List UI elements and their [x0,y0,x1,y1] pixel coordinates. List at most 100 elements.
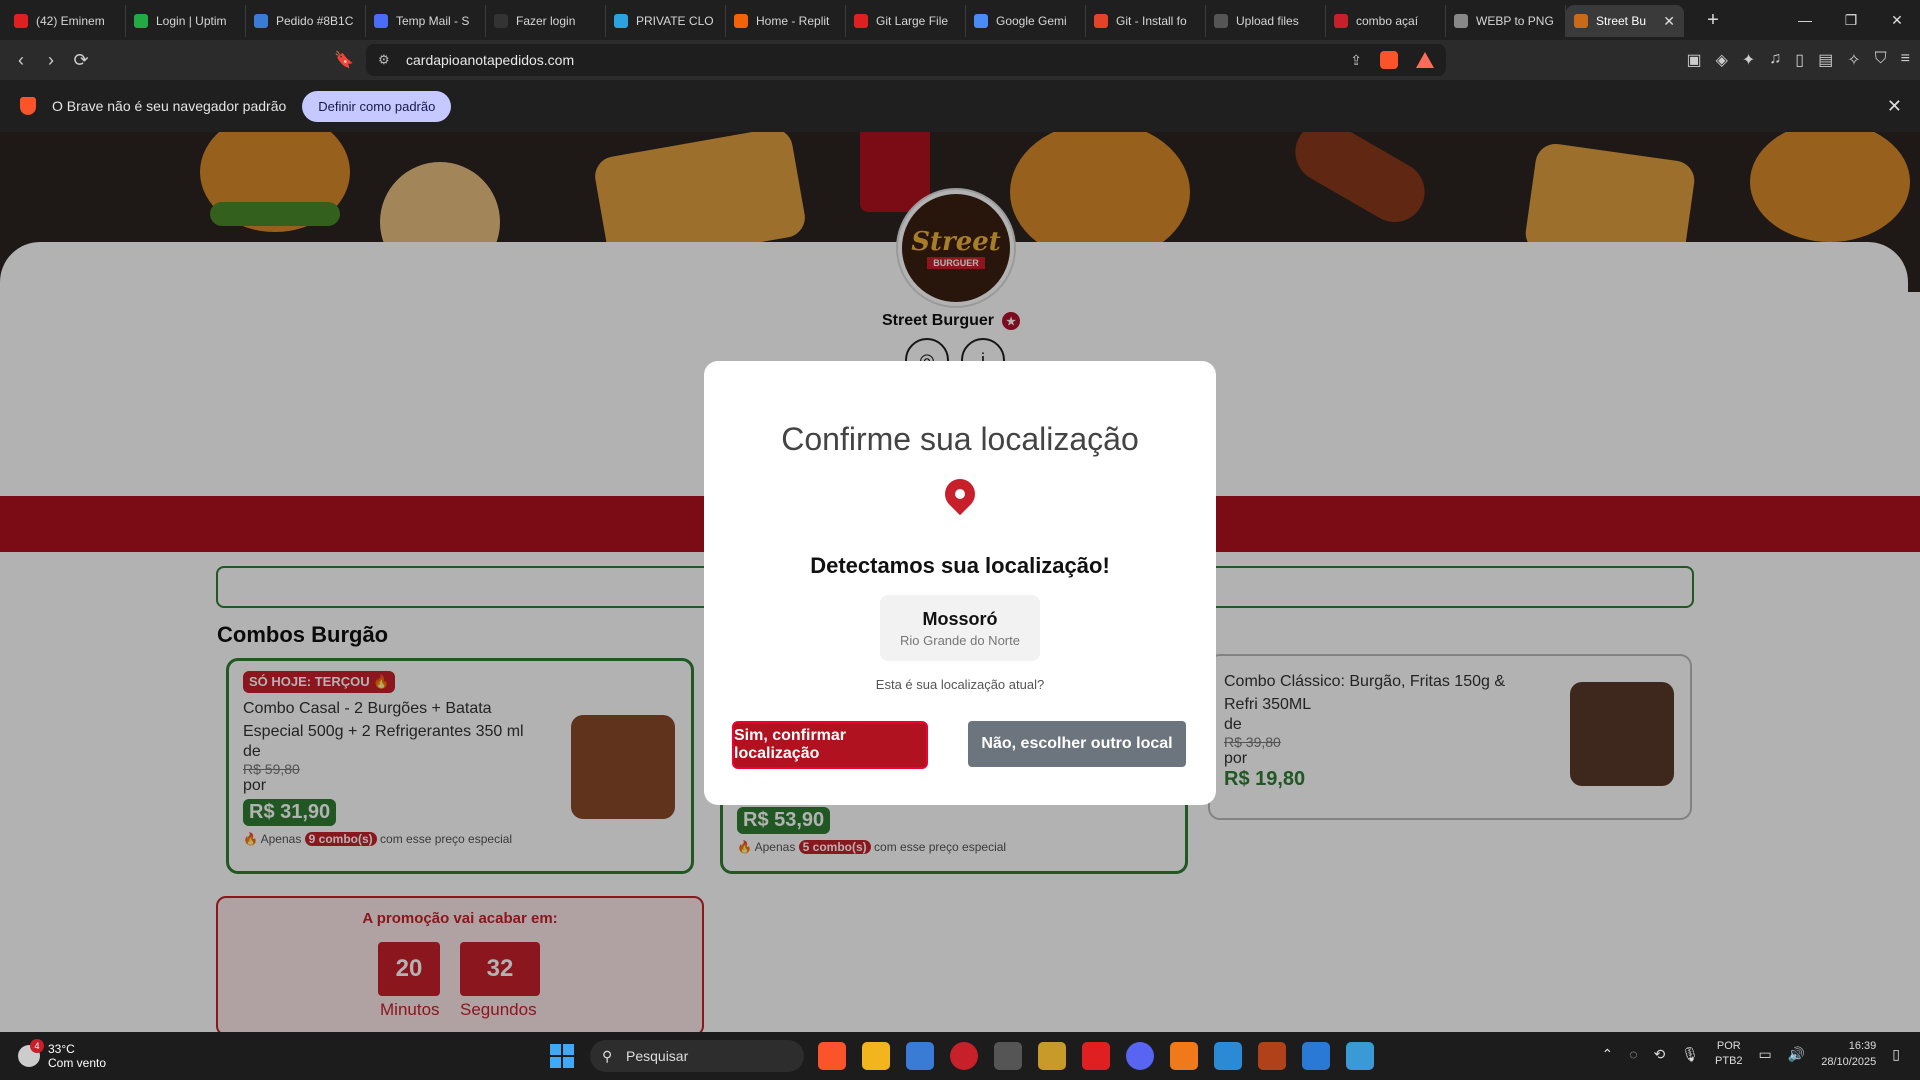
close-window-icon[interactable]: ✕ [1874,0,1920,40]
start-icon[interactable] [550,1044,574,1068]
app-icon[interactable] [1170,1042,1198,1070]
new-tab-icon[interactable]: + [1698,9,1728,32]
tab-label: Street Bu [1596,14,1647,28]
browser-tab[interactable]: Upload files [1206,5,1326,37]
share-icon[interactable]: ⇪ [1350,52,1362,69]
menu-icon[interactable]: ≡ [1901,50,1910,70]
url-text: cardapioanotapedidos.com [406,52,575,68]
opera-icon[interactable] [950,1042,978,1070]
tab-favicon-icon [1574,14,1588,28]
shield-icon[interactable]: ⛉ [1875,50,1887,70]
wallet-icon[interactable]: ▤ [1818,50,1833,70]
infobar-text: O Brave não é seu navegador padrão [52,98,287,114]
notification-icon[interactable]: ▯ [1892,1046,1900,1063]
lang-top: POR [1716,1040,1741,1052]
microphone-icon[interactable]: 🎙 [1681,1046,1699,1063]
notepad-icon[interactable] [1346,1042,1374,1070]
browser-tab[interactable]: PRIVATE CLO [606,5,726,37]
tab-label: WEBP to PNG [1476,14,1554,28]
store-app-icon[interactable] [906,1042,934,1070]
detected-text: Detectamos sua localização! [810,553,1110,578]
forward-icon[interactable]: › [36,50,66,71]
restore-icon[interactable]: ❐ [1828,0,1874,40]
state-name: Rio Grande do Norte [900,633,1020,648]
confirm-location-button[interactable]: Sim, confirmar localização [732,721,928,769]
taskbar-apps [818,1042,1374,1070]
tab-favicon-icon [14,14,28,28]
browser-tab[interactable]: Home - Replit [726,5,846,37]
app-icon[interactable] [1082,1042,1110,1070]
brave-shields-icon[interactable] [1380,51,1398,69]
puzzle-icon[interactable]: ✦ [1742,50,1755,70]
browser-tab[interactable]: (42) Eminem [6,5,126,37]
search-icon: ⚲ [602,1047,613,1064]
browser-tab[interactable]: Fazer login [486,5,606,37]
brave-rewards-icon[interactable] [1416,52,1434,68]
weather-text: Com vento [48,1056,107,1070]
extension-icon[interactable]: ▣ [1686,50,1701,70]
address-bar[interactable]: ⚙ cardapioanotapedidos.com ⇪ [366,44,1446,76]
tab-favicon-icon [134,14,148,28]
weather-icon: 4 [18,1039,44,1067]
back-icon[interactable]: ‹ [6,50,36,71]
weather-widget[interactable]: 4 33°C Com vento [18,1039,107,1070]
chevron-up-icon[interactable]: ⌃ [1601,1046,1613,1063]
tab-label: Git - Install fo [1116,14,1187,28]
set-default-button[interactable]: Definir como padrão [302,90,452,122]
tab-favicon-icon [974,14,988,28]
browser-tab[interactable]: Google Gemi [966,5,1086,37]
windows-taskbar: 4 33°C Com vento ⚲ Pesquisar ⌃ ◌ ⟲ 🎙 POR… [0,1032,1920,1080]
vscode-icon[interactable] [1302,1042,1330,1070]
city-name: Mossoró [922,609,998,629]
app-icon[interactable] [994,1042,1022,1070]
location-modal: Confirme sua localização Detectamos sua … [704,361,1216,805]
tab-strip: (42) Eminem Login | Uptim Pedido #8B1C Temp… [0,0,1920,40]
media-icon[interactable]: ♫ [1769,50,1781,70]
browser-tab[interactable]: Temp Mail - S [366,5,486,37]
browser-tab[interactable]: Login | Uptim [126,5,246,37]
system-tray: ⌃ ◌ ⟲ 🎙 POR PTB2 ▭ 🔊 16:39 28/10/2025 ▯ [1601,1038,1900,1070]
clock[interactable]: 16:39 28/10/2025 [1821,1038,1876,1070]
reload-icon[interactable]: ⟳ [66,50,96,71]
choose-other-location-button[interactable]: Não, escolher outro local [968,721,1186,767]
tab-label: Home - Replit [756,14,830,28]
brave-app-icon[interactable] [818,1042,846,1070]
tab-favicon-icon [734,14,748,28]
location-question: Esta é sua localização atual? [875,677,1045,692]
tab-label: Google Gemi [996,14,1067,28]
photos-icon[interactable] [1214,1042,1242,1070]
bookmark-icon[interactable]: 🔖 [334,50,354,70]
leo-icon[interactable]: ✧ [1847,50,1860,70]
weather-badge: 4 [30,1039,44,1053]
winrar-icon[interactable] [1258,1042,1286,1070]
location-box: Mossoró Rio Grande do Norte [880,595,1040,661]
browser-tab[interactable]: Street Bu ✕ [1566,5,1684,37]
tab-favicon-icon [614,14,628,28]
site-settings-icon[interactable]: ⚙ [378,52,390,68]
tab-favicon-icon [854,14,868,28]
language-indicator[interactable]: POR PTB2 [1715,1039,1743,1069]
close-tab-icon[interactable]: ✕ [1663,13,1675,30]
temperature: 33°C [48,1042,75,1056]
browser-tab[interactable]: combo açaí [1326,5,1446,37]
browser-tab[interactable]: Git Large File [846,5,966,37]
tab-label: Fazer login [516,14,576,28]
close-infobar-icon[interactable]: ✕ [1887,96,1902,117]
tab-favicon-icon [1454,14,1468,28]
discord-icon[interactable] [1126,1042,1154,1070]
file-explorer-icon[interactable] [862,1042,890,1070]
sync-icon[interactable]: ⟲ [1654,1046,1666,1063]
sidebar-icon[interactable]: ▯ [1795,50,1804,70]
browser-tab[interactable]: WEBP to PNG [1446,5,1566,37]
vpn-icon[interactable]: ◈ [1716,50,1728,70]
browser-tab[interactable]: Git - Install fo [1086,5,1206,37]
app-icon[interactable] [1038,1042,1066,1070]
taskbar-search[interactable]: ⚲ Pesquisar [590,1040,804,1072]
date: 28/10/2025 [1821,1056,1877,1068]
network-icon[interactable]: ◌ [1629,1046,1637,1062]
volume-icon[interactable]: 🔊 [1788,1046,1805,1063]
minimize-icon[interactable]: — [1782,0,1828,40]
browser-tab[interactable]: Pedido #8B1C [246,5,366,37]
location-pin-icon [938,472,982,516]
display-icon[interactable]: ▭ [1759,1046,1772,1063]
